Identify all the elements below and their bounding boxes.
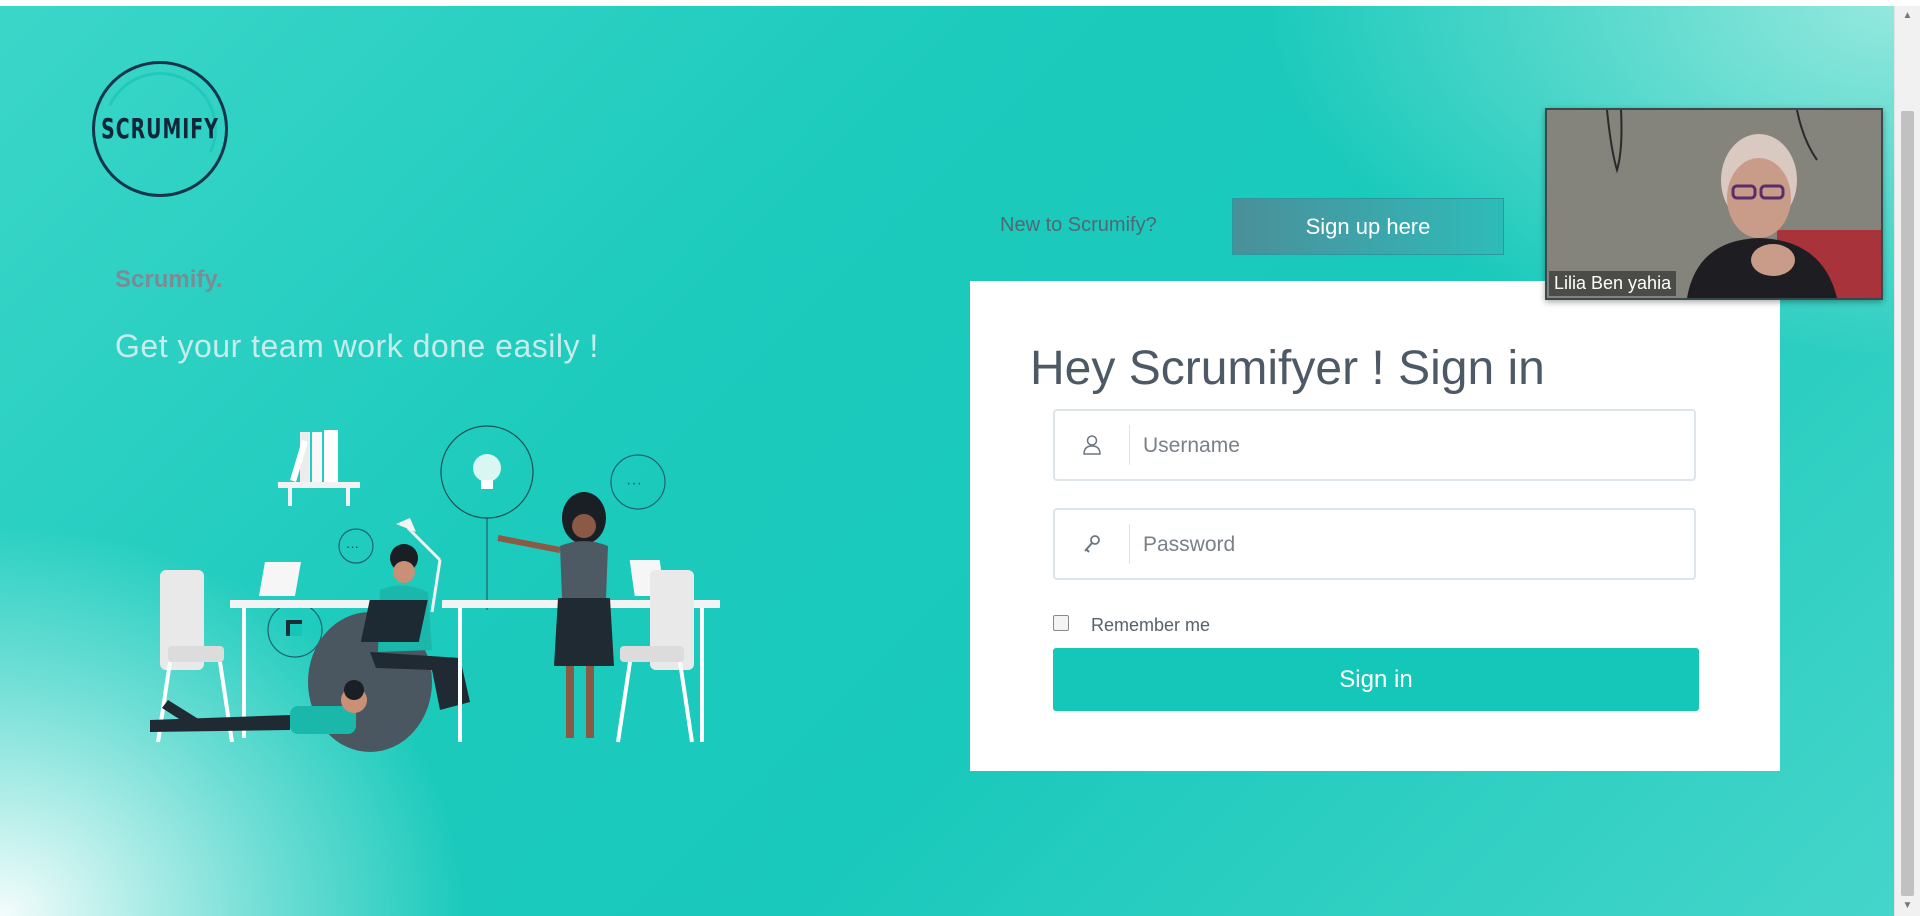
scrollbar-thumb[interactable] (1901, 111, 1914, 896)
scrumify-logo: SCRUMIFY (86, 55, 234, 203)
vertical-scrollbar[interactable]: ▲ ▼ (1894, 6, 1920, 916)
field-divider (1129, 425, 1130, 465)
sign-up-button[interactable]: Sign up here (1232, 198, 1504, 255)
scroll-down-arrow-icon[interactable]: ▼ (1895, 896, 1920, 916)
remember-me-checkbox[interactable] (1053, 614, 1069, 631)
new-to-scrumify-text: New to Scrumify? (1000, 214, 1157, 236)
username-input[interactable] (1141, 411, 1685, 481)
password-input[interactable] (1141, 510, 1685, 580)
brand-name: Scrumify. (115, 266, 223, 293)
login-card: Hey Scrumifyer ! Sign in Remember me Sig… (970, 281, 1780, 771)
participant-video-feed (1547, 110, 1881, 298)
password-field[interactable] (1053, 508, 1696, 580)
user-icon (1055, 411, 1129, 479)
key-icon (1055, 510, 1129, 578)
login-title: Hey Scrumifyer ! Sign in (1030, 342, 1545, 395)
remember-me-label[interactable]: Remember me (1091, 615, 1210, 636)
svg-text:···: ··· (626, 475, 642, 492)
tagline: Get your team work done easily ! (115, 328, 599, 364)
team-work-illustration: ··· ··· (150, 425, 720, 752)
participant-name: Lilia Ben yahia (1549, 271, 1677, 296)
username-field[interactable] (1053, 409, 1696, 481)
video-call-tile[interactable]: Lilia Ben yahia (1545, 108, 1883, 300)
remember-me-row[interactable]: Remember me (1053, 609, 1210, 636)
scroll-up-arrow-icon[interactable]: ▲ (1895, 6, 1920, 26)
svg-text:···: ··· (346, 539, 359, 554)
field-divider (1129, 524, 1130, 564)
logo-text: SCRUMIFY (101, 113, 219, 145)
sign-in-button[interactable]: Sign in (1053, 648, 1699, 711)
